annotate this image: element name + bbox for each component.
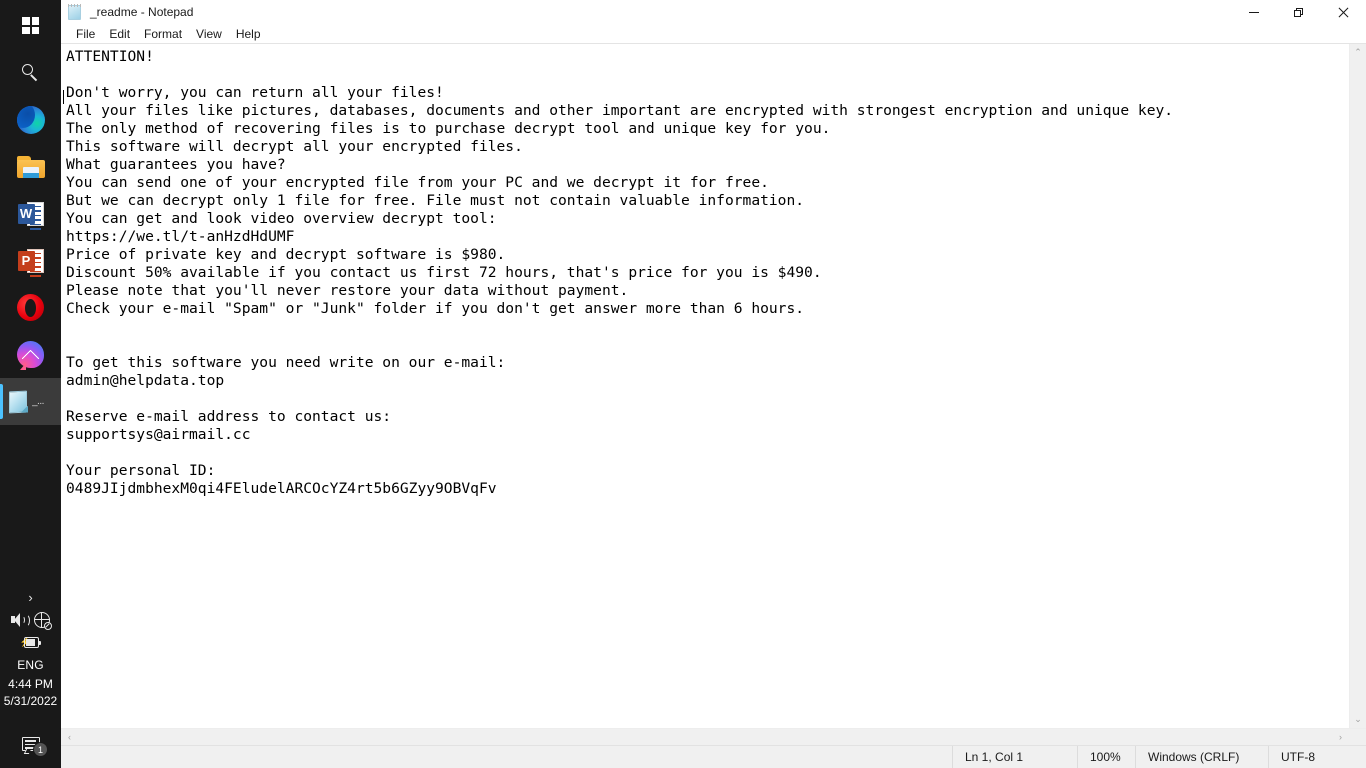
edge-icon — [16, 105, 45, 134]
start-button[interactable] — [0, 2, 61, 49]
status-bar: Ln 1, Col 1 100% Windows (CRLF) UTF-8 — [61, 745, 1366, 768]
chevron-right-icon: › — [28, 589, 33, 605]
clock-time: 4:44 PM — [8, 677, 53, 691]
powerpoint-icon: P — [17, 248, 44, 278]
battery-button[interactable]: ⚡ — [20, 637, 42, 649]
menu-format[interactable]: Format — [137, 25, 189, 43]
close-icon — [1338, 7, 1349, 18]
file-explorer-button[interactable] — [0, 143, 61, 190]
title-bar[interactable]: _readme - Notepad — [61, 0, 1366, 24]
menu-file[interactable]: File — [69, 25, 102, 43]
scroll-up-button[interactable]: ⌃ — [1350, 44, 1366, 61]
editor-area: ATTENTION! Don't worry, you can return a… — [61, 44, 1366, 728]
text-editor[interactable]: ATTENTION! Don't worry, you can return a… — [61, 44, 1349, 728]
minimize-icon — [1248, 11, 1259, 13]
show-hidden-icons-button[interactable]: › — [0, 582, 61, 612]
notifications-button[interactable]: 1 — [0, 722, 61, 766]
window-controls — [1231, 0, 1366, 24]
word-icon: W — [17, 201, 44, 231]
opera-icon — [17, 294, 44, 321]
editor-content: ATTENTION! Don't worry, you can return a… — [66, 48, 1174, 497]
clock[interactable]: 4:44 PM 5/31/2022 — [4, 676, 57, 722]
status-zoom-level: 100% — [1077, 745, 1135, 768]
taskbar: W P _... › ENG 4:44 PM 5/31/2022 1 — [0, 0, 61, 768]
menu-bar: File Edit Format View Help — [61, 24, 1366, 44]
notepad-title-icon — [67, 3, 83, 21]
volume-button[interactable] — [11, 613, 30, 627]
status-cursor-position: Ln 1, Col 1 — [952, 745, 1077, 768]
search-icon — [21, 63, 40, 82]
edge-button[interactable] — [0, 96, 61, 143]
text-caret — [63, 90, 64, 104]
restore-icon — [1294, 7, 1303, 17]
folder-icon — [16, 155, 45, 178]
horizontal-scroll-track[interactable] — [78, 729, 1332, 746]
notepad-taskbar-label: _... — [32, 396, 44, 407]
search-button[interactable] — [0, 49, 61, 96]
vertical-scroll-track[interactable] — [1350, 61, 1366, 711]
scroll-right-button[interactable]: › — [1332, 729, 1349, 746]
network-blocked-badge-icon — [44, 622, 52, 630]
volume-icon — [11, 613, 30, 627]
powerpoint-letter: P — [17, 250, 35, 271]
window-title: _readme - Notepad — [90, 5, 194, 19]
opera-button[interactable] — [0, 284, 61, 331]
windows-logo-icon — [22, 17, 39, 34]
battery-charging-icon: ⚡ — [20, 637, 42, 649]
word-letter: W — [17, 203, 35, 224]
menu-view[interactable]: View — [189, 25, 229, 43]
messenger-button[interactable] — [0, 331, 61, 378]
powerpoint-button[interactable]: P — [0, 237, 61, 284]
maximize-button[interactable] — [1276, 0, 1321, 24]
battery-row: ⚡ — [0, 637, 61, 649]
desktop-screen: W P _... › ENG 4:44 PM 5/31/2022 1 _read… — [0, 0, 1366, 768]
vertical-scrollbar[interactable]: ⌃ ⌄ — [1349, 44, 1366, 728]
status-line-ending: Windows (CRLF) — [1135, 745, 1268, 768]
system-tray: › ⚡ — [0, 582, 61, 768]
notepad-window: _readme - Notepad File Edit Format View — [61, 0, 1366, 768]
tray-icons-row — [0, 611, 61, 630]
notepad-icon — [8, 390, 29, 414]
messenger-icon — [17, 341, 44, 370]
language-indicator[interactable]: ENG — [17, 649, 44, 676]
menu-edit[interactable]: Edit — [102, 25, 137, 43]
horizontal-scrollbar[interactable]: ‹ › — [61, 728, 1366, 746]
scroll-down-button[interactable]: ⌄ — [1350, 711, 1366, 728]
minimize-button[interactable] — [1231, 0, 1276, 24]
close-button[interactable] — [1321, 0, 1366, 24]
menu-help[interactable]: Help — [229, 25, 268, 43]
status-encoding: UTF-8 — [1268, 745, 1366, 768]
notepad-taskbar-item[interactable]: _... — [0, 378, 61, 425]
clock-date: 5/31/2022 — [3, 694, 58, 708]
network-globe-icon — [33, 611, 52, 630]
network-button[interactable] — [33, 611, 52, 630]
scroll-left-button[interactable]: ‹ — [61, 729, 78, 746]
scrollbar-corner — [1349, 728, 1366, 746]
notification-count-badge: 1 — [33, 742, 48, 757]
word-button[interactable]: W — [0, 190, 61, 237]
